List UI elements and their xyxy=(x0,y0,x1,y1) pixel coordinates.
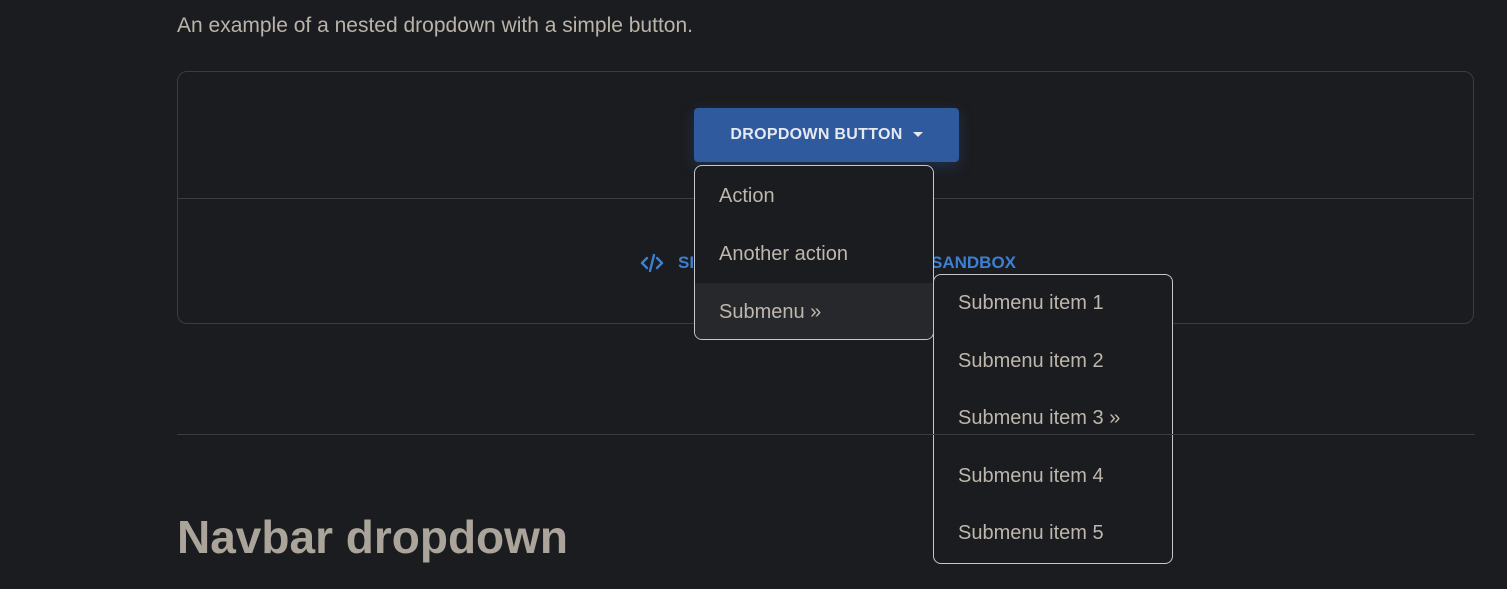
show-code-link[interactable]: SI xyxy=(640,252,694,274)
code-icon xyxy=(640,253,664,273)
intro-text: An example of a nested dropdown with a s… xyxy=(177,14,693,37)
section-divider xyxy=(177,434,1475,435)
section-heading: Navbar dropdown xyxy=(177,511,569,563)
menu-item-action[interactable]: Action xyxy=(695,167,933,225)
menu-item-another-action[interactable]: Another action xyxy=(695,225,933,283)
submenu-item-5[interactable]: Submenu item 5 xyxy=(934,505,1172,563)
edit-in-sandbox-link[interactable]: SANDBOX xyxy=(931,253,1016,273)
caret-down-icon xyxy=(912,131,923,137)
submenu-item-4[interactable]: Submenu item 4 xyxy=(934,448,1172,506)
dropdown-button[interactable]: DROPDOWN BUTTON xyxy=(694,108,959,162)
show-code-label: SI xyxy=(678,253,695,272)
menu-item-submenu[interactable]: Submenu » xyxy=(695,283,933,339)
submenu-dropdown: Submenu item 1 Submenu item 2 Submenu it… xyxy=(933,274,1173,564)
dropdown-menu: Action Another action Submenu » xyxy=(694,165,934,340)
submenu-item-1[interactable]: Submenu item 1 xyxy=(934,275,1172,333)
submenu-item-2[interactable]: Submenu item 2 xyxy=(934,333,1172,391)
submenu-item-3[interactable]: Submenu item 3 » xyxy=(934,390,1172,448)
dropdown-button-label: DROPDOWN BUTTON xyxy=(730,126,903,143)
